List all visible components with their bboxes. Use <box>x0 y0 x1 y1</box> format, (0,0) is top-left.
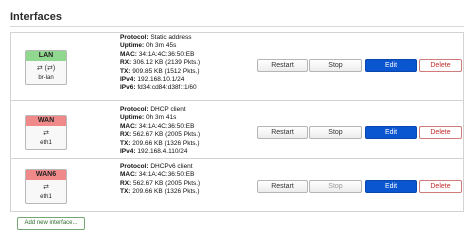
uptime-label: Uptime: <box>120 114 145 122</box>
edit-button-wan6[interactable]: Edit <box>365 180 417 193</box>
mac-label: MAC: <box>120 171 137 179</box>
title-divider <box>10 26 464 27</box>
ipv4-value: 192.168.4.110/24 <box>137 148 188 156</box>
restart-button-lan[interactable]: Restart <box>257 59 308 72</box>
tx-label: TX: <box>120 188 131 196</box>
network-port-icon: ⇄ <box>43 130 49 137</box>
rx-value: 562.67 KB (2005 Pkts.) <box>133 179 201 187</box>
restart-button-wan[interactable]: Restart <box>257 126 308 139</box>
network-port-icon: ⇄ <box>43 184 49 191</box>
uptime-label: Uptime: <box>120 42 145 50</box>
delete-button-wan6[interactable]: Delete <box>419 180 462 193</box>
tx-label: TX: <box>120 67 131 75</box>
ipv4-value: 192.168.10.1/24 <box>137 76 185 84</box>
interface-name: WAN6 <box>26 170 66 180</box>
interface-name: LAN <box>26 51 66 61</box>
ipv6-value: fd34:cd84:d38f::1/60 <box>137 84 197 92</box>
uptime-value: 0h 3m 41s <box>146 114 177 122</box>
interface-row-wan: WAN ⇄ eth1 Protocol: DHCP client Uptime:… <box>11 100 463 158</box>
protocol-label: Protocol: <box>120 163 149 170</box>
interface-badge-wan: WAN ⇄ eth1 <box>25 115 67 150</box>
interface-status: Protocol: DHCP client Uptime: 0h 3m 41s … <box>120 106 200 156</box>
mac-label: MAC: <box>120 50 137 58</box>
add-interface-button[interactable]: Add new interface... <box>17 217 85 230</box>
protocol-label: Protocol: <box>120 106 149 113</box>
edit-button-lan[interactable]: Edit <box>365 59 417 72</box>
mac-value: 34:1A:4C:36:50:EB <box>138 122 195 130</box>
edit-button-wan[interactable]: Edit <box>365 126 417 139</box>
rx-label: RX: <box>120 179 132 187</box>
rx-value: 306.12 KB (2139 Pkts.) <box>133 59 201 67</box>
rx-label: RX: <box>120 131 132 139</box>
interface-device: eth1 <box>40 194 52 200</box>
interface-status: Protocol: DHCPv6 client MAC: 34:1A:4C:36… <box>120 163 200 197</box>
interface-row-lan: LAN ⇄ (⇄) br-lan Protocol: Static addres… <box>11 33 463 100</box>
stop-button-wan[interactable]: Stop <box>309 126 362 139</box>
tx-value: 209.66 KB (1326 Pkts.) <box>132 188 200 196</box>
interface-device: br-lan <box>38 75 54 81</box>
mac-value: 34:1A:4C:36:50:EB <box>138 50 195 58</box>
interface-device: eth1 <box>40 140 52 146</box>
mac-label: MAC: <box>120 122 137 130</box>
tx-label: TX: <box>120 139 131 147</box>
stop-button-wan6[interactable]: Stop <box>309 180 362 193</box>
delete-button-lan[interactable]: Delete <box>419 59 462 72</box>
rx-label: RX: <box>120 59 132 67</box>
ipv6-label: IPv6: <box>120 84 136 92</box>
rx-value: 562.67 KB (2005 Pkts.) <box>133 131 201 139</box>
protocol-value: DHCPv6 client <box>150 163 193 170</box>
interface-name: WAN <box>26 116 66 126</box>
protocol-label: Protocol: <box>120 34 149 41</box>
tx-value: 209.66 KB (1326 Pkts.) <box>132 139 200 147</box>
interfaces-table: LAN ⇄ (⇄) br-lan Protocol: Static addres… <box>10 32 464 212</box>
tx-value: 909.85 KB (1512 Pkts.) <box>132 67 200 75</box>
uptime-value: 0h 3m 45s <box>146 42 177 50</box>
interface-badge-wan6: WAN6 ⇄ eth1 <box>25 169 67 204</box>
protocol-value: Static address <box>150 34 192 41</box>
restart-button-wan6[interactable]: Restart <box>257 180 308 193</box>
network-port-icon: ⇄ (⇄) <box>36 65 56 72</box>
interface-row-wan6: WAN6 ⇄ eth1 Protocol: DHCPv6 client MAC:… <box>11 158 463 212</box>
ipv4-label: IPv4: <box>120 76 136 84</box>
mac-value: 34:1A:4C:36:50:EB <box>138 171 195 179</box>
stop-button-lan[interactable]: Stop <box>309 59 362 72</box>
interface-status: Protocol: Static address Uptime: 0h 3m 4… <box>120 34 200 93</box>
section-title: Interfaces <box>10 11 62 23</box>
interface-badge-lan: LAN ⇄ (⇄) br-lan <box>25 50 67 85</box>
delete-button-wan[interactable]: Delete <box>419 126 462 139</box>
ipv4-label: IPv4: <box>120 148 136 156</box>
protocol-value: DHCP client <box>150 106 186 113</box>
